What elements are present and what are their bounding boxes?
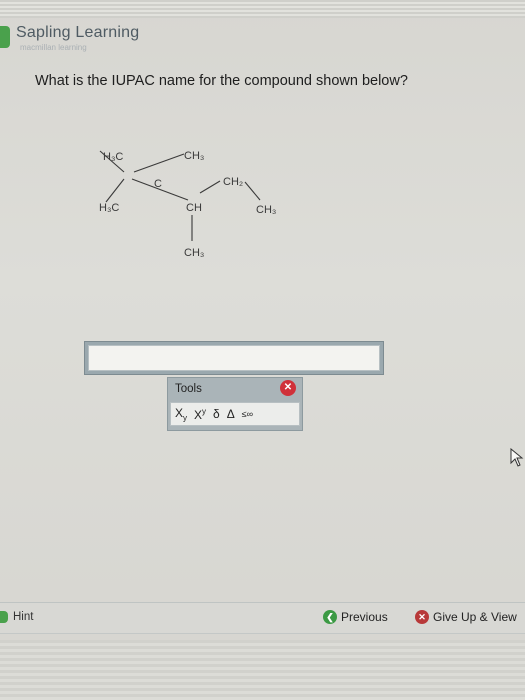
label-ch3-top: CH₃ bbox=[184, 150, 204, 162]
label-ch: CH bbox=[186, 202, 202, 214]
label-ch2: CH₂ bbox=[223, 176, 243, 188]
give-up-icon: ✕ bbox=[415, 610, 429, 624]
answer-box bbox=[84, 341, 384, 375]
brand-subtitle: macmillan learning bbox=[20, 43, 87, 52]
brand-name: Sapling Learning bbox=[16, 24, 140, 41]
bottom-nav-bar: Hint ❮ Previous ✕ Give Up & View bbox=[0, 602, 525, 634]
label-c-center: C bbox=[154, 178, 162, 190]
delta-upper-button[interactable]: Δ bbox=[227, 407, 235, 421]
bond-ch2 bbox=[199, 180, 221, 194]
hint-button[interactable]: Hint bbox=[0, 611, 33, 623]
tools-toolbar: Xy Xy δ Δ ≤∞ bbox=[170, 402, 300, 426]
question-text: What is the IUPAC name for the compound … bbox=[35, 73, 408, 89]
brand-text: Sapling Learning macmillan learning bbox=[16, 24, 139, 52]
label-ch3-right: CH₃ bbox=[256, 204, 276, 216]
bond-ch3-top bbox=[133, 153, 185, 173]
previous-icon: ❮ bbox=[323, 610, 337, 624]
previous-button[interactable]: ❮ Previous bbox=[323, 607, 388, 627]
molecule-structure: H₃C CH₃ C CH₂ H₃C CH CH₃ CH₃ bbox=[99, 150, 276, 259]
brand-header: Sapling Learning macmillan learning bbox=[0, 24, 139, 52]
hint-label: Hint bbox=[13, 611, 34, 623]
mouse-cursor-icon bbox=[510, 448, 524, 467]
tools-close-icon[interactable]: ✕ bbox=[280, 380, 296, 396]
bond-h3c-left bbox=[105, 178, 125, 203]
window-top-edge bbox=[0, 0, 525, 18]
window-bottom-edge bbox=[0, 640, 525, 700]
superscript-button[interactable]: Xy bbox=[194, 407, 206, 422]
subscript-button[interactable]: Xy bbox=[175, 406, 187, 422]
sapling-logo-icon bbox=[0, 26, 10, 48]
previous-label: Previous bbox=[341, 610, 388, 624]
label-ch3-bottom: CH₃ bbox=[184, 247, 204, 259]
hint-icon bbox=[0, 611, 8, 623]
tools-panel: Tools ✕ Xy Xy δ Δ ≤∞ bbox=[167, 377, 303, 431]
answer-input[interactable] bbox=[88, 345, 380, 371]
bond-ch3-right bbox=[244, 181, 261, 201]
label-h3c-left: H₃C bbox=[99, 202, 119, 214]
give-up-button[interactable]: ✕ Give Up & View bbox=[415, 607, 517, 627]
give-up-label: Give Up & View bbox=[433, 610, 517, 624]
tools-tab[interactable]: Tools bbox=[171, 380, 217, 398]
less-equal-button[interactable]: ≤∞ bbox=[242, 409, 253, 419]
label-h3c-top: H₃C bbox=[103, 151, 123, 163]
delta-lower-button[interactable]: δ bbox=[213, 407, 220, 421]
